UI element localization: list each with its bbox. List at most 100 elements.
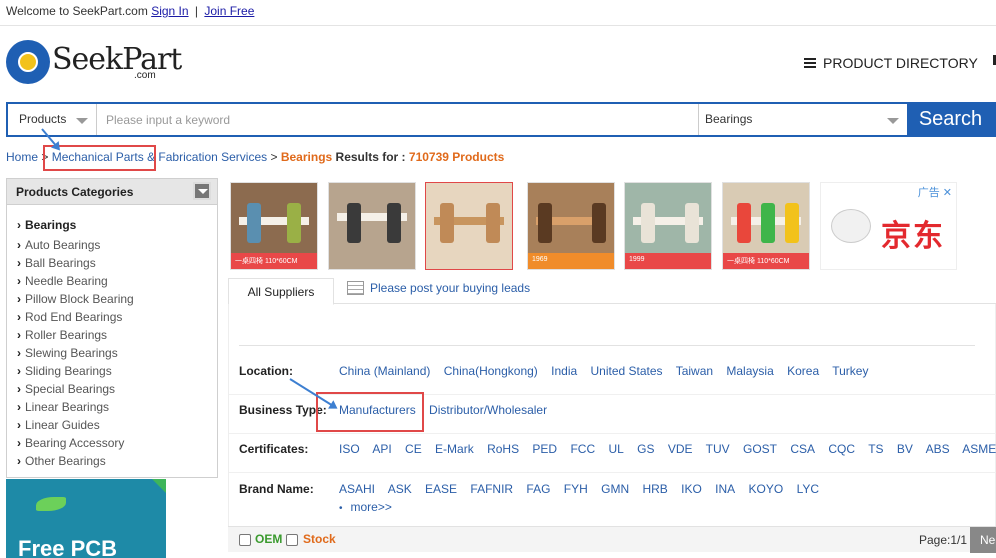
filter-option[interactable]: GS bbox=[637, 442, 654, 456]
category-item-slewing[interactable]: Slewing Bearings bbox=[17, 344, 217, 362]
ad-strip: 一桌四椅 110*60CM 1969 1999 一桌四椅 110*60CM 广告… bbox=[230, 182, 957, 272]
filter-option[interactable]: ABS bbox=[926, 442, 950, 456]
divider bbox=[239, 345, 975, 346]
list-icon bbox=[804, 58, 816, 68]
category-item-linear-guides[interactable]: Linear Guides bbox=[17, 416, 217, 434]
filter-label-certificates: Certificates: bbox=[239, 442, 309, 456]
tab-all-suppliers[interactable]: All Suppliers bbox=[228, 278, 334, 305]
search-type-value: Bearings bbox=[705, 112, 753, 126]
promo-banner[interactable]: Free PCB bbox=[6, 479, 166, 558]
category-item-ball-bearings[interactable]: Ball Bearings bbox=[17, 254, 217, 272]
filter-option[interactable]: Korea bbox=[787, 364, 819, 378]
filter-row-brand: Brand Name: ASAHI ASK EASE FAFNIR FAG FY… bbox=[229, 473, 996, 521]
filter-option[interactable]: VDE bbox=[668, 442, 693, 456]
filter-option[interactable]: CE bbox=[405, 442, 422, 456]
filter-option[interactable]: ASME bbox=[962, 442, 996, 456]
filter-option[interactable]: API bbox=[372, 442, 391, 456]
search-category-value: Products bbox=[19, 112, 67, 126]
ad-image-2[interactable] bbox=[328, 182, 416, 270]
join-free-link[interactable]: Join Free bbox=[204, 4, 254, 18]
filter-option[interactable]: IKO bbox=[681, 482, 702, 496]
ad-band-text: 1969 bbox=[532, 256, 548, 263]
ad-band-text: 一桌四椅 110*60CM bbox=[727, 258, 790, 265]
filter-option[interactable]: United States bbox=[591, 364, 663, 378]
sign-in-link[interactable]: Sign In bbox=[151, 4, 188, 18]
filter-option[interactable]: CQC bbox=[828, 442, 855, 456]
filter-option[interactable]: TUV bbox=[706, 442, 730, 456]
category-item-bearing-accessory[interactable]: Bearing Accessory bbox=[17, 434, 217, 452]
filter-option[interactable]: Turkey bbox=[832, 364, 868, 378]
collapse-toggle-icon[interactable] bbox=[193, 182, 211, 200]
category-item-needle-bearing[interactable]: Needle Bearing bbox=[17, 272, 217, 290]
breadcrumb-keyword: Bearings bbox=[280, 150, 333, 164]
filter-option[interactable]: China(Hongkong) bbox=[444, 364, 538, 378]
jd-brand-name: 京东 bbox=[881, 220, 945, 253]
filter-option[interactable]: UL bbox=[608, 442, 623, 456]
filter-option[interactable]: ISO bbox=[339, 442, 360, 456]
filter-label-location: Location: bbox=[239, 364, 293, 378]
gear-logo-icon bbox=[6, 40, 50, 84]
filter-option[interactable]: Malaysia bbox=[726, 364, 773, 378]
search-type-select[interactable]: Bearings bbox=[698, 104, 907, 135]
filter-option[interactable]: FYH bbox=[564, 482, 588, 496]
post-buying-leads-link[interactable]: Please post your buying leads bbox=[347, 281, 530, 295]
category-item-sliding[interactable]: Sliding Bearings bbox=[17, 362, 217, 380]
filter-option[interactable]: E-Mark bbox=[435, 442, 474, 456]
category-item-auto-bearings[interactable]: Auto Bearings bbox=[17, 236, 217, 254]
filter-option[interactable]: PED bbox=[532, 442, 557, 456]
filter-option[interactable]: INA bbox=[715, 482, 735, 496]
filter-option[interactable]: ASK bbox=[388, 482, 412, 496]
category-item-other[interactable]: Other Bearings bbox=[17, 452, 217, 470]
search-category-select[interactable]: Products bbox=[8, 104, 97, 135]
welcome-text: Welcome to SeekPart.com bbox=[6, 4, 148, 18]
ad-image-6[interactable]: 一桌四椅 110*60CM bbox=[722, 182, 810, 270]
oem-checkbox[interactable] bbox=[239, 534, 251, 546]
filter-option[interactable]: KOYO bbox=[749, 482, 784, 496]
promo-text: Free PCB bbox=[18, 536, 118, 558]
next-page-button[interactable]: Ne bbox=[970, 527, 996, 553]
category-item-linear-bearings[interactable]: Linear Bearings bbox=[17, 398, 217, 416]
filter-option[interactable]: HRB bbox=[642, 482, 667, 496]
category-item-rod-end[interactable]: Rod End Bearings bbox=[17, 308, 217, 326]
filter-option[interactable]: GMN bbox=[601, 482, 629, 496]
filter-option[interactable]: TS bbox=[868, 442, 883, 456]
breadcrumb-home[interactable]: Home bbox=[6, 150, 38, 164]
search-button[interactable]: Search bbox=[907, 104, 994, 135]
ad-image-3[interactable] bbox=[425, 182, 513, 270]
filter-option[interactable]: FAG bbox=[526, 482, 550, 496]
stock-checkbox[interactable] bbox=[286, 534, 298, 546]
site-logo[interactable]: SeekPart .com bbox=[6, 40, 182, 86]
result-toolbar: OEM Stock Page:1/1 Ne bbox=[228, 526, 996, 553]
category-item-pillow-block[interactable]: Pillow Block Bearing bbox=[17, 290, 217, 308]
category-title[interactable]: Bearings bbox=[17, 218, 217, 232]
product-directory-link[interactable]: PRODUCT DIRECTORY bbox=[804, 55, 978, 71]
chevron-down-icon bbox=[76, 118, 88, 124]
topbar-separator: | bbox=[194, 4, 199, 18]
category-item-special[interactable]: Special Bearings bbox=[17, 380, 217, 398]
ad-image-4[interactable]: 1969 bbox=[527, 182, 615, 270]
category-item-roller[interactable]: Roller Bearings bbox=[17, 326, 217, 344]
filter-option[interactable]: China (Mainland) bbox=[339, 364, 430, 378]
filter-option[interactable]: India bbox=[551, 364, 577, 378]
filter-option-distributor[interactable]: Distributor/Wholesaler bbox=[429, 403, 547, 417]
filter-row-location: Location: China (Mainland) China(Hongkon… bbox=[229, 356, 996, 395]
logo-text: SeekPart bbox=[52, 42, 182, 77]
filter-option[interactable]: GOST bbox=[743, 442, 777, 456]
close-icon[interactable]: ✕ bbox=[943, 187, 952, 199]
filter-option[interactable]: ASAHI bbox=[339, 482, 375, 496]
filter-option[interactable]: Taiwan bbox=[676, 364, 713, 378]
filter-option[interactable]: RoHS bbox=[487, 442, 519, 456]
filter-option[interactable]: BV bbox=[897, 442, 913, 456]
ad-image-5[interactable]: 1999 bbox=[624, 182, 712, 270]
brand-more-link[interactable]: more>> bbox=[339, 500, 392, 514]
product-directory-label: PRODUCT DIRECTORY bbox=[823, 55, 978, 71]
ad-image-1[interactable]: 一桌四椅 110*60CM bbox=[230, 182, 318, 270]
search-input[interactable] bbox=[97, 104, 698, 135]
filter-label-brand: Brand Name: bbox=[239, 482, 314, 496]
jd-ad[interactable]: 广告 ✕ 京东 bbox=[820, 182, 957, 270]
filter-option[interactable]: LYC bbox=[797, 482, 819, 496]
filter-option[interactable]: FAFNIR bbox=[470, 482, 513, 496]
filter-option[interactable]: CSA bbox=[790, 442, 815, 456]
filter-option[interactable]: EASE bbox=[425, 482, 457, 496]
filter-option[interactable]: FCC bbox=[570, 442, 595, 456]
